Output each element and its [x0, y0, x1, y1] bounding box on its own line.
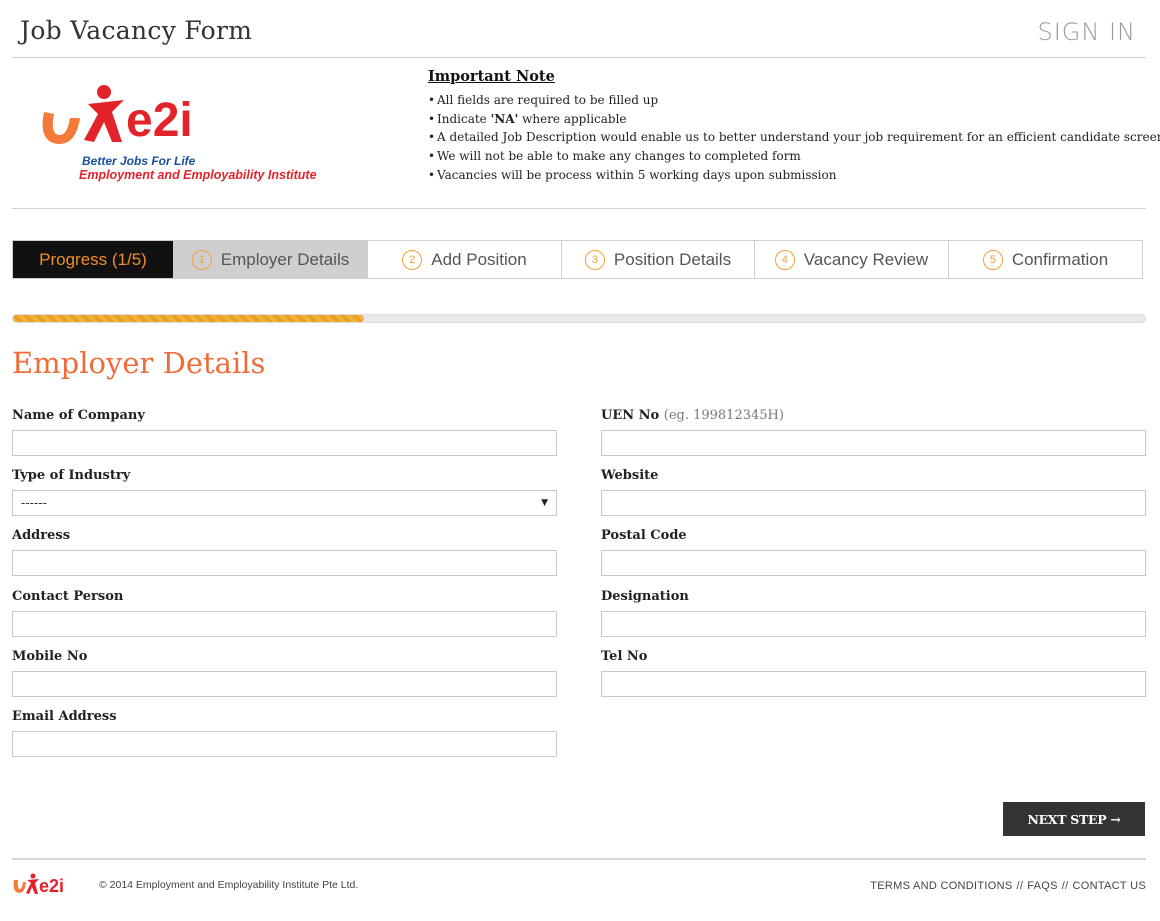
- step-label: Employer Details: [220, 249, 350, 269]
- note-item: We will not be able to make any changes …: [428, 147, 1148, 166]
- note-title: Important Note: [428, 68, 555, 85]
- note-text: where applicable: [522, 111, 627, 126]
- progress-label: Progress (1/5): [13, 241, 174, 278]
- step-confirmation[interactable]: 5 Confirmation: [949, 241, 1142, 278]
- company-field: Name of Company: [12, 408, 557, 456]
- page-title: Job Vacancy Form: [20, 16, 253, 45]
- designation-field: Designation: [601, 589, 1146, 637]
- header-banner: e2i Better Jobs For Life Employment and …: [12, 58, 1160, 209]
- contact-label: Contact Person: [12, 589, 124, 604]
- svg-text:e2i: e2i: [39, 876, 64, 896]
- industry-select[interactable]: ------ ▼: [12, 490, 557, 516]
- tel-field: Tel No: [601, 649, 1146, 697]
- contact-field: Contact Person: [12, 589, 557, 637]
- mobile-label: Mobile No: [12, 649, 88, 664]
- caret-down-icon: ▼: [541, 498, 548, 508]
- important-note: Important Note All fields are required t…: [428, 68, 1160, 185]
- note-list: All fields are required to be filled up …: [428, 91, 1160, 185]
- designation-input[interactable]: [601, 611, 1146, 637]
- note-item: Indicate 'NA' where applicable: [428, 110, 1148, 129]
- terms-link[interactable]: TERMS AND CONDITIONS: [870, 880, 1012, 892]
- website-input[interactable]: [601, 490, 1146, 516]
- progress-bar: [12, 314, 1146, 323]
- uen-input[interactable]: [601, 430, 1146, 456]
- address-label: Address: [12, 528, 71, 543]
- industry-selected-value: ------: [21, 496, 47, 510]
- logo-tagline: Better Jobs For Life: [82, 154, 196, 168]
- note-text: Indicate: [437, 111, 487, 126]
- address-field: Address: [12, 528, 557, 576]
- step-vacancy-review[interactable]: 4 Vacancy Review: [755, 241, 949, 278]
- note-item: All fields are required to be filled up: [428, 91, 1148, 110]
- step-number: 3: [584, 249, 605, 270]
- postal-field: Postal Code: [601, 528, 1146, 576]
- tel-input[interactable]: [601, 671, 1146, 697]
- step-position-details[interactable]: 3 Position Details: [562, 241, 755, 278]
- e2i-logo-mark: e2i: [13, 873, 64, 896]
- section-title: Employer Details: [12, 346, 266, 380]
- progress-steps: Progress (1/5) 1 Employer Details 2 Add …: [12, 240, 1143, 279]
- top-bar: Job Vacancy Form SIGN IN: [12, 0, 1146, 58]
- tel-label: Tel No: [601, 649, 648, 664]
- footer: e2i © 2014 Employment and Employability …: [12, 858, 1146, 908]
- note-item: A detailed Job Description would enable …: [428, 128, 1160, 147]
- email-label: Email Address: [12, 709, 117, 724]
- footer-links: TERMS AND CONDITIONS //FAQS// CONTACT US: [870, 880, 1146, 892]
- mobile-input[interactable]: [12, 671, 557, 697]
- email-field: Email Address: [12, 709, 557, 757]
- address-input[interactable]: [12, 550, 557, 576]
- step-label: Position Details: [613, 249, 732, 269]
- sign-in-link[interactable]: SIGN IN: [1037, 18, 1136, 46]
- step-number: 4: [774, 249, 795, 270]
- mobile-field: Mobile No: [12, 649, 557, 697]
- contact-us-link[interactable]: CONTACT US: [1073, 880, 1147, 892]
- svg-text:e2i: e2i: [126, 94, 193, 147]
- logo-institute-name: Employment and Employability Institute: [79, 168, 317, 182]
- faqs-link[interactable]: FAQS: [1027, 880, 1058, 892]
- website-field: Website: [601, 468, 1146, 516]
- uen-label: UEN No (eg. 199812345H): [601, 408, 1146, 430]
- step-number: 5: [982, 249, 1003, 270]
- industry-field: Type of Industry ------ ▼: [12, 468, 557, 516]
- uen-hint: (eg. 199812345H): [663, 408, 784, 423]
- step-add-position[interactable]: 2 Add Position: [368, 241, 562, 278]
- note-item: Vacancies will be process within 5 worki…: [428, 166, 1148, 185]
- link-separator: //: [1016, 880, 1024, 892]
- next-step-button[interactable]: NEXT STEP →: [1003, 802, 1145, 836]
- postal-label: Postal Code: [601, 528, 687, 543]
- copyright-text: © 2014 Employment and Employability Inst…: [99, 879, 359, 891]
- email-input[interactable]: [12, 731, 557, 757]
- step-label: Confirmation: [1011, 249, 1109, 269]
- website-label: Website: [601, 468, 659, 483]
- uen-label-text: UEN No: [601, 408, 660, 423]
- uen-field: UEN No (eg. 199812345H): [601, 408, 1146, 456]
- step-number: 2: [402, 249, 423, 270]
- contact-input[interactable]: [12, 611, 557, 637]
- footer-e2i-logo[interactable]: e2i: [12, 872, 92, 900]
- step-label: Add Position: [431, 249, 527, 269]
- step-employer-details[interactable]: 1 Employer Details: [174, 241, 368, 278]
- postal-input[interactable]: [601, 550, 1146, 576]
- link-separator: //: [1061, 880, 1069, 892]
- step-number: 1: [191, 249, 212, 270]
- company-input[interactable]: [12, 430, 557, 456]
- progress-bar-fill: [13, 315, 364, 322]
- note-emphasis: 'NA': [490, 111, 519, 126]
- industry-label: Type of Industry: [12, 468, 131, 483]
- company-label: Name of Company: [12, 408, 145, 423]
- designation-label: Designation: [601, 589, 689, 604]
- step-label: Vacancy Review: [803, 249, 929, 269]
